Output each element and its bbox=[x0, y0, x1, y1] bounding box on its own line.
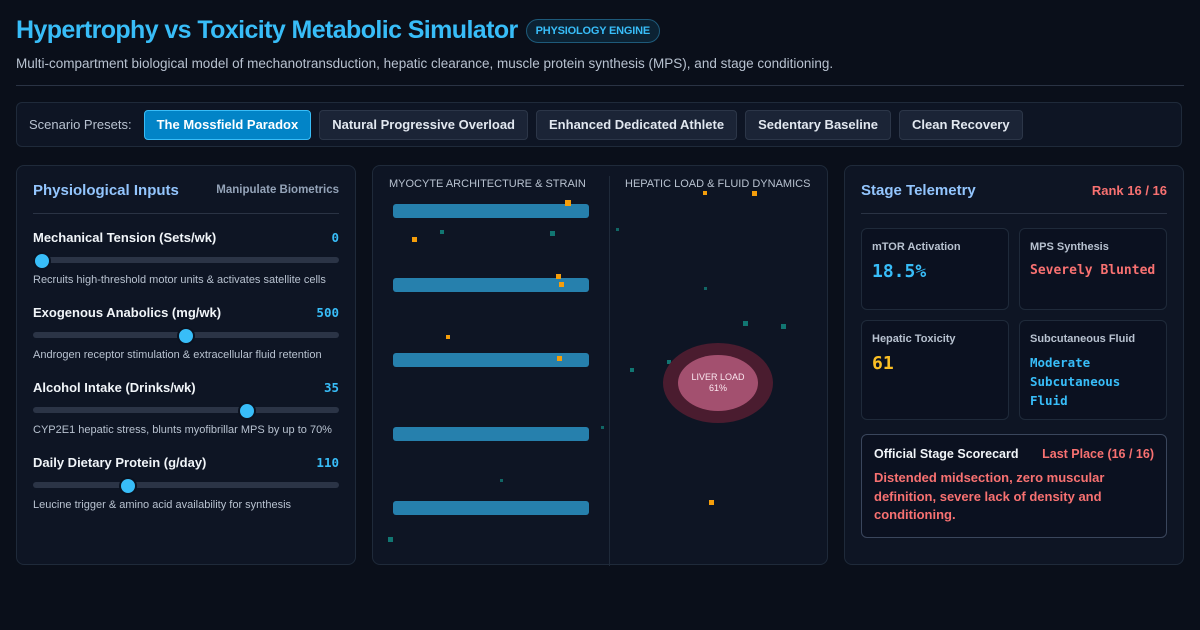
dietary-protein-control: Daily Dietary Protein (g/day) 110 Leucin… bbox=[33, 455, 339, 514]
exogenous-anabolics-description: Androgen receptor stimulation & extracel… bbox=[33, 349, 322, 361]
alcohol-intake-control: Alcohol Intake (Drinks/wk) 35 CYP2E1 hep… bbox=[33, 380, 339, 439]
hepatic-load-label: HEPATIC LOAD & FLUID DYNAMICS bbox=[625, 178, 811, 190]
subcutaneous-fluid-value: Moderate Subcutaneous Fluid bbox=[1030, 355, 1121, 408]
dietary-protein-value: 110 bbox=[316, 455, 339, 470]
mechanical-tension-description: Recruits high-threshold motor units & ac… bbox=[33, 274, 326, 286]
muscle-fiber bbox=[393, 501, 589, 515]
dietary-protein-label: Daily Dietary Protein (g/day) bbox=[33, 455, 207, 470]
dietary-protein-slider[interactable] bbox=[33, 477, 339, 495]
rank-indicator: Rank 16 / 16 bbox=[1091, 182, 1167, 198]
mtor-activation-label: mTOR Activation bbox=[872, 241, 961, 253]
mps-synthesis-value: Severely Blunted bbox=[1030, 263, 1156, 278]
page-subtitle: Multi-compartment biological model of me… bbox=[16, 56, 834, 71]
exogenous-anabolics-slider[interactable] bbox=[33, 327, 339, 345]
particle bbox=[412, 237, 417, 242]
telemetry-panel-header: Stage Telemetry Rank 16 / 16 bbox=[861, 167, 1167, 214]
muscle-fiber bbox=[393, 204, 589, 218]
mechanical-tension-control: Mechanical Tension (Sets/wk) 0 Recruits … bbox=[33, 230, 339, 289]
particle bbox=[559, 282, 564, 287]
presets-label: Scenario Presets: bbox=[29, 117, 132, 132]
particle bbox=[704, 287, 707, 290]
liver-load-value: 61% bbox=[708, 383, 727, 393]
liver-halo: LIVER LOAD 61% bbox=[663, 343, 773, 423]
particle bbox=[565, 200, 571, 206]
myocyte-architecture-label: MYOCYTE ARCHITECTURE & STRAIN bbox=[389, 178, 586, 190]
preset-enhanced-dedicated-athlete-button[interactable]: Enhanced Dedicated Athlete bbox=[536, 109, 738, 140]
scorecard-title: Official Stage Scorecard bbox=[874, 447, 1019, 461]
particle bbox=[616, 228, 619, 231]
particle bbox=[630, 368, 634, 372]
inputs-panel-title: Physiological Inputs bbox=[33, 181, 179, 199]
viz-divider bbox=[609, 176, 610, 566]
header: Hypertrophy vs Toxicity Metabolic Simula… bbox=[16, 16, 1184, 71]
mechanical-tension-slider[interactable] bbox=[33, 252, 339, 270]
slider-track bbox=[33, 407, 339, 413]
particle bbox=[500, 479, 503, 482]
hepatic-toxicity-label: Hepatic Toxicity bbox=[872, 333, 956, 345]
subcutaneous-fluid-card: Subcutaneous Fluid Moderate Subcutaneous… bbox=[1019, 320, 1167, 420]
stage-scorecard: Official Stage Scorecard Last Place (16 … bbox=[861, 434, 1167, 538]
slider-track bbox=[33, 257, 339, 263]
alcohol-intake-description: CYP2E1 hepatic stress, blunts myofibrill… bbox=[33, 424, 332, 436]
liver-organ: LIVER LOAD 61% bbox=[678, 355, 758, 411]
visualization-panel: MYOCYTE ARCHITECTURE & STRAIN HEPATIC LO… bbox=[372, 165, 828, 566]
title-row: Hypertrophy vs Toxicity Metabolic Simula… bbox=[16, 16, 1184, 45]
particle bbox=[550, 231, 555, 236]
exogenous-anabolics-value: 500 bbox=[316, 305, 339, 320]
particle bbox=[440, 230, 444, 234]
mps-synthesis-card: MPS Synthesis Severely Blunted bbox=[1019, 228, 1167, 310]
mps-synthesis-label: MPS Synthesis bbox=[1030, 241, 1109, 253]
slider-thumb[interactable] bbox=[238, 402, 257, 420]
hepatic-toxicity-card: Hepatic Toxicity 61 bbox=[861, 320, 1009, 420]
slider-thumb[interactable] bbox=[33, 252, 52, 270]
particle bbox=[601, 426, 604, 429]
alcohol-intake-value: 35 bbox=[323, 380, 339, 395]
engine-badge: PHYSIOLOGY ENGINE bbox=[525, 18, 661, 43]
alcohol-intake-label: Alcohol Intake (Drinks/wk) bbox=[33, 380, 196, 395]
scenario-presets-bar: Scenario Presets: The Mossfield Paradox … bbox=[16, 102, 1182, 147]
physiological-inputs-panel: Physiological Inputs Manipulate Biometri… bbox=[16, 165, 356, 565]
inputs-panel-subtitle: Manipulate Biometrics bbox=[216, 184, 339, 196]
particle bbox=[556, 274, 561, 279]
particle bbox=[709, 500, 714, 505]
liver-load-label: LIVER LOAD bbox=[691, 372, 745, 382]
slider-thumb[interactable] bbox=[177, 327, 195, 345]
particle bbox=[752, 191, 757, 196]
mtor-activation-card: mTOR Activation 18.5% bbox=[861, 228, 1009, 310]
telemetry-grid: mTOR Activation 18.5% MPS Synthesis Seve… bbox=[861, 228, 1167, 420]
scorecard-placement: Last Place (16 / 16) bbox=[1042, 447, 1154, 461]
mechanical-tension-value: 0 bbox=[331, 230, 339, 245]
stage-telemetry-panel: Stage Telemetry Rank 16 / 16 mTOR Activa… bbox=[844, 165, 1184, 565]
header-divider bbox=[16, 85, 1184, 86]
exogenous-anabolics-control: Exogenous Anabolics (mg/wk) 500 Androgen… bbox=[33, 305, 339, 364]
scorecard-verdict: Distended midsection, zero muscular defi… bbox=[874, 470, 1105, 522]
telemetry-panel-title: Stage Telemetry bbox=[861, 181, 976, 199]
particle bbox=[557, 356, 562, 361]
mtor-activation-value: 18.5% bbox=[872, 261, 927, 282]
slider-track bbox=[33, 482, 339, 488]
mechanical-tension-label: Mechanical Tension (Sets/wk) bbox=[33, 230, 217, 245]
preset-sedentary-baseline-button[interactable]: Sedentary Baseline bbox=[745, 109, 892, 140]
dietary-protein-description: Leucine trigger & amino acid availabilit… bbox=[33, 499, 292, 511]
slider-thumb[interactable] bbox=[118, 477, 137, 495]
alcohol-intake-slider[interactable] bbox=[33, 402, 339, 420]
exogenous-anabolics-label: Exogenous Anabolics (mg/wk) bbox=[33, 305, 222, 320]
preset-mossfield-paradox-button[interactable]: The Mossfield Paradox bbox=[143, 109, 312, 140]
particle bbox=[446, 335, 450, 339]
particle bbox=[743, 321, 748, 326]
particle bbox=[703, 191, 707, 195]
page-title: Hypertrophy vs Toxicity Metabolic Simula… bbox=[16, 16, 518, 44]
particle bbox=[781, 324, 786, 329]
particle bbox=[388, 537, 393, 542]
inputs-panel-header: Physiological Inputs Manipulate Biometri… bbox=[33, 167, 339, 214]
hepatic-toxicity-value: 61 bbox=[872, 353, 894, 374]
preset-clean-recovery-button[interactable]: Clean Recovery bbox=[899, 109, 1023, 140]
preset-natural-progressive-overload-button[interactable]: Natural Progressive Overload bbox=[319, 109, 529, 140]
subcutaneous-fluid-label: Subcutaneous Fluid bbox=[1030, 333, 1136, 345]
muscle-fiber bbox=[393, 427, 589, 441]
